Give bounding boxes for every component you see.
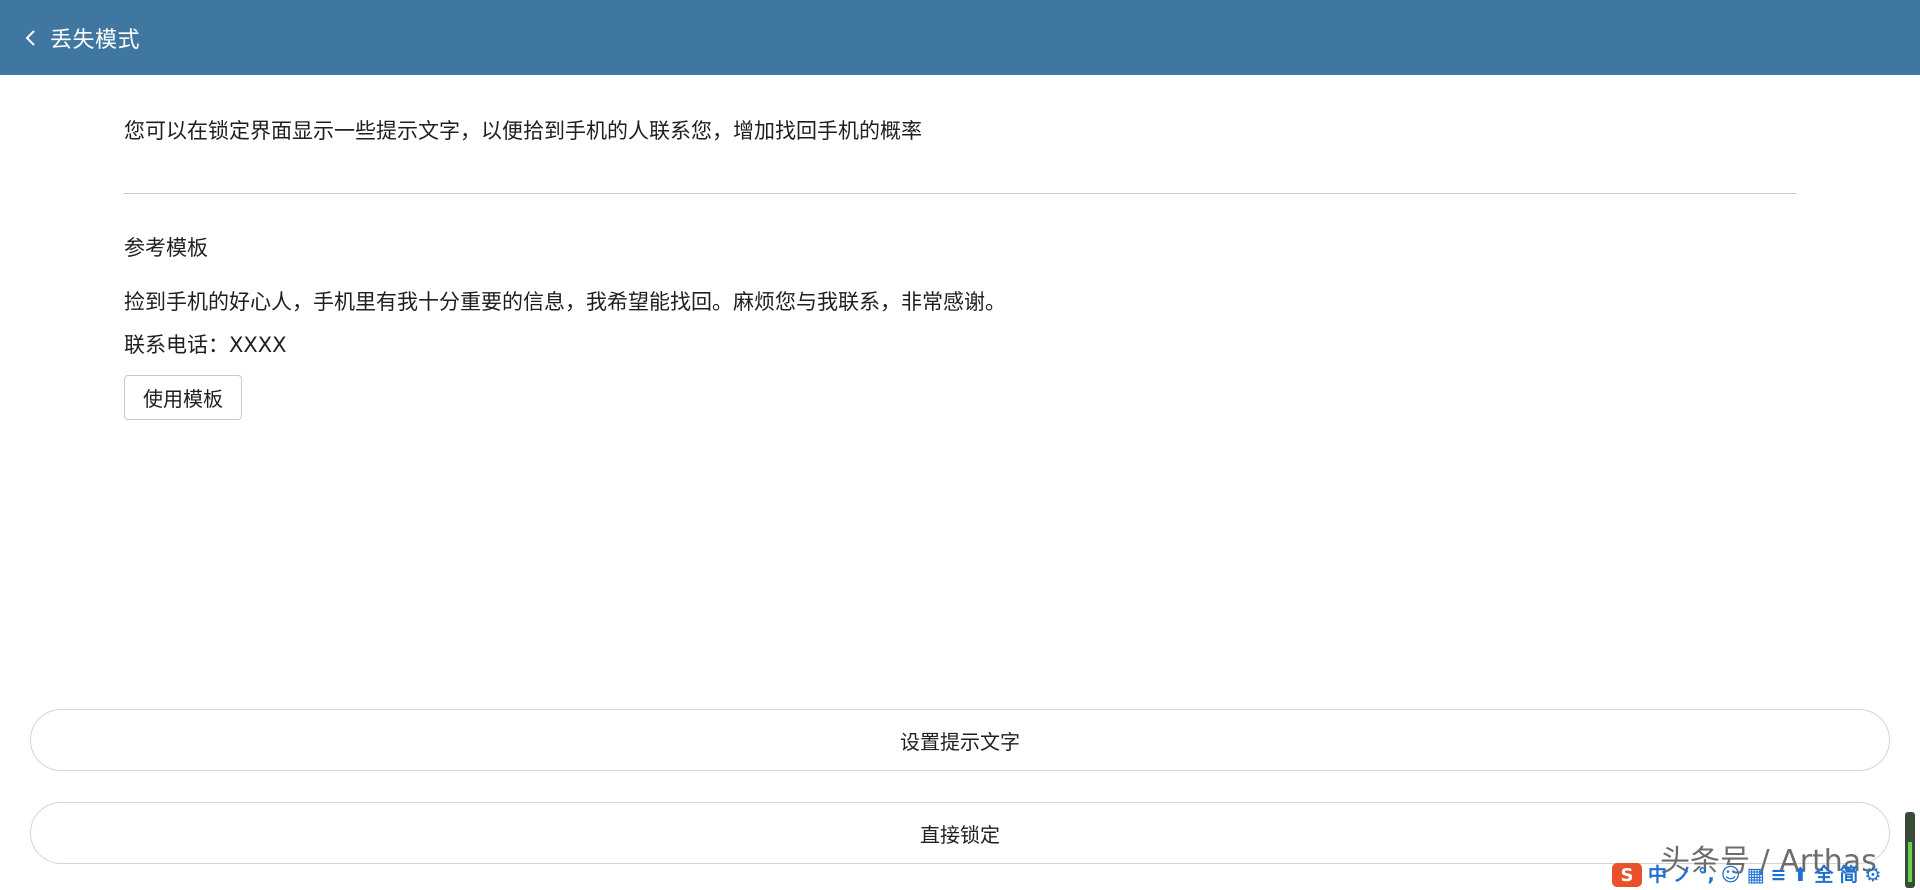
divider [124, 193, 1796, 194]
ime-moon-icon[interactable]: ノ [1673, 863, 1692, 887]
ime-upload-icon[interactable]: ⬆ [1792, 863, 1808, 887]
chevron-left-icon [24, 28, 38, 48]
template-body-text: 捡到手机的好心人，手机里有我十分重要的信息，我希望能找回。麻烦您与我联系，非常感… [124, 290, 1006, 314]
ime-menu-icon[interactable]: ≡ [1771, 863, 1787, 887]
lost-mode-page: 丢失模式 您可以在锁定界面显示一些提示文字，以便拾到手机的人联系您，增加找回手机… [0, 0, 1920, 890]
ime-settings-icon[interactable]: ⚙ [1864, 863, 1881, 887]
template-phone-text: 联系电话：XXXX [124, 333, 287, 357]
signal-level-indicator [1905, 812, 1915, 888]
ime-emoji-icon[interactable]: ☺ [1721, 863, 1741, 887]
ime-logo-icon[interactable]: S [1612, 863, 1642, 887]
intro-text: 您可以在锁定界面显示一些提示文字，以便拾到手机的人联系您，增加找回手机的概率 [124, 119, 922, 143]
back-button[interactable] [0, 0, 50, 75]
ime-punctuation-icon[interactable]: °, [1698, 863, 1715, 887]
ime-simplified-icon[interactable]: 简 [1839, 863, 1858, 887]
ime-keyboard-icon[interactable]: ▦ [1747, 863, 1765, 887]
ime-fullwidth-icon[interactable]: 全 [1814, 863, 1833, 887]
app-header: 丢失模式 [0, 0, 1920, 75]
ime-chinese-mode[interactable]: 中 [1648, 863, 1667, 887]
ime-toolbar: S 中 ノ °, ☺ ▦ ≡ ⬆ 全 简 ⚙ [1612, 862, 1881, 888]
template-heading: 参考模板 [124, 236, 208, 260]
lock-directly-button[interactable]: 直接锁定 [30, 802, 1890, 864]
use-template-button[interactable]: 使用模板 [124, 375, 242, 420]
page-title: 丢失模式 [50, 27, 141, 53]
set-prompt-text-button[interactable]: 设置提示文字 [30, 709, 1890, 771]
